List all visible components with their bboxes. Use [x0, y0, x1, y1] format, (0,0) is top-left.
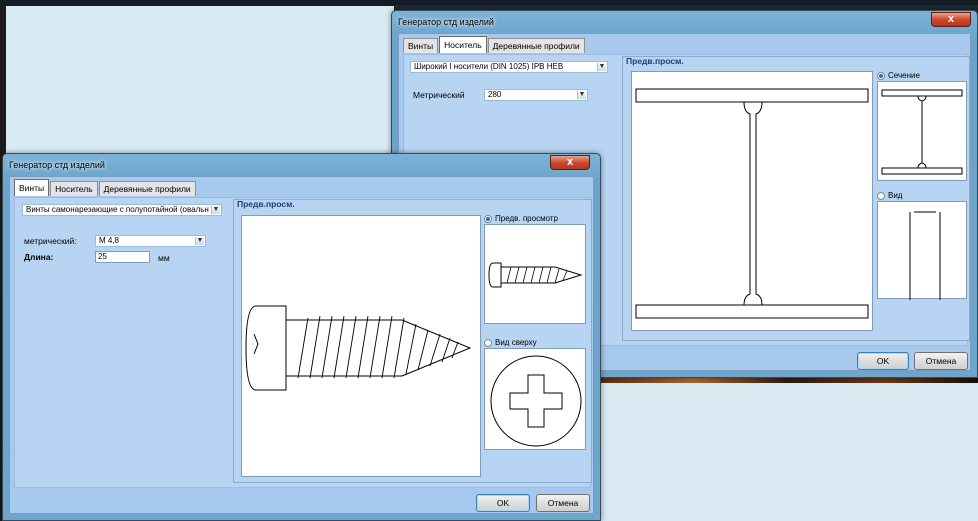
- desktop: Генератор стд изделий x Винты Носитель Д…: [0, 0, 978, 521]
- metric-size-select[interactable]: M 4,8 ▼: [95, 235, 206, 247]
- ok-button[interactable]: OK: [476, 494, 530, 512]
- view-drawing: [909, 211, 941, 300]
- close-icon: x: [947, 13, 955, 25]
- tab-strip: Винты Носитель Деревянные профили: [403, 36, 585, 53]
- preview-thumbnail[interactable]: [484, 224, 586, 324]
- tab-wood-profiles[interactable]: Деревянные профили: [487, 38, 585, 53]
- screw-drawing: [245, 305, 472, 391]
- front-dialog-titlebar[interactable]: Генератор стд изделий x: [9, 154, 594, 176]
- screw-thumbnail-drawing: [488, 262, 583, 288]
- section-drawing: [881, 89, 963, 175]
- tab-panel: Винты самонарезающие с полупотайной (ова…: [14, 197, 592, 488]
- metric-label: метрический:: [24, 236, 77, 246]
- desktop-background-area: [5, 5, 395, 156]
- ok-button[interactable]: OK: [857, 352, 909, 370]
- background-dialog-titlebar[interactable]: Генератор стд изделий x: [398, 11, 971, 33]
- chevron-down-icon[interactable]: ▼: [597, 63, 606, 71]
- tab-strip: Винты Носитель Деревянные профили: [14, 179, 196, 196]
- preview-radio-label: Предв. просмотр: [495, 214, 558, 223]
- top-view-radio[interactable]: Вид сверху: [484, 338, 537, 347]
- tab-screws[interactable]: Винты: [14, 179, 50, 196]
- front-dialog[interactable]: Генератор стд изделий x Винты Носитель Д…: [2, 153, 601, 521]
- screw-top-view-drawing: [490, 355, 582, 447]
- preview-group-title: Предв.просм.: [626, 56, 684, 66]
- preview-group: Предв.просм. Сечение Вид: [622, 56, 970, 341]
- screw-type-select[interactable]: Винты самонарезающие с полупотайной (ова…: [22, 204, 222, 216]
- chevron-down-icon[interactable]: ▼: [577, 91, 586, 99]
- tab-screws[interactable]: Винты: [403, 38, 439, 53]
- profile-type-select[interactable]: Широкий I носители (DIN 1025) IPB HEB ▼: [410, 61, 608, 73]
- metric-size-select[interactable]: 280 ▼: [484, 89, 588, 101]
- front-dialog-client: Винты Носитель Деревянные профили Винты …: [9, 176, 594, 514]
- top-view-thumbnail[interactable]: [484, 348, 586, 450]
- preview-canvas: [241, 215, 481, 477]
- radio-icon[interactable]: [877, 71, 885, 80]
- close-button[interactable]: x: [550, 155, 590, 170]
- length-unit: мм: [158, 253, 170, 263]
- section-radio-label: Сечение: [888, 71, 920, 80]
- chevron-down-icon[interactable]: ▼: [211, 206, 220, 214]
- length-label: Длина:: [24, 252, 54, 262]
- preview-group-title: Предв.просм.: [237, 199, 295, 209]
- cancel-button[interactable]: Отмена: [914, 352, 968, 370]
- view-thumbnail[interactable]: [877, 201, 967, 300]
- radio-icon[interactable]: [484, 214, 492, 223]
- section-radio[interactable]: Сечение: [877, 71, 920, 80]
- metric-label: Метрический: [413, 90, 465, 100]
- dialog-title: Генератор стд изделий: [398, 17, 494, 27]
- dialog-title: Генератор стд изделий: [9, 160, 105, 170]
- cancel-button[interactable]: Отмена: [536, 494, 590, 512]
- tab-carrier[interactable]: Носитель: [439, 36, 487, 53]
- close-button[interactable]: x: [931, 12, 971, 27]
- preview-canvas: [631, 71, 873, 331]
- close-icon: x: [566, 156, 574, 168]
- length-input[interactable]: 25: [95, 251, 150, 263]
- profile-type-value: Широкий I носители (DIN 1025) IPB HEB: [414, 62, 564, 71]
- preview-radio[interactable]: Предв. просмотр: [484, 214, 558, 223]
- radio-icon[interactable]: [484, 338, 492, 347]
- metric-size-value: 280: [488, 90, 502, 99]
- preview-group: Предв.просм. Предв. просмотр Вид сверху: [233, 199, 592, 483]
- view-radio[interactable]: Вид: [877, 191, 902, 200]
- screw-type-value: Винты самонарезающие с полупотайной (ова…: [26, 205, 209, 214]
- section-thumbnail[interactable]: [877, 81, 967, 181]
- view-radio-label: Вид: [888, 191, 903, 200]
- tab-carrier[interactable]: Носитель: [50, 181, 98, 196]
- i-beam-drawing: [635, 88, 869, 319]
- tab-wood-profiles[interactable]: Деревянные профили: [98, 181, 196, 196]
- metric-size-value: M 4,8: [99, 236, 120, 245]
- radio-icon[interactable]: [877, 191, 885, 200]
- chevron-down-icon[interactable]: ▼: [195, 237, 204, 245]
- top-view-radio-label: Вид сверху: [495, 338, 537, 347]
